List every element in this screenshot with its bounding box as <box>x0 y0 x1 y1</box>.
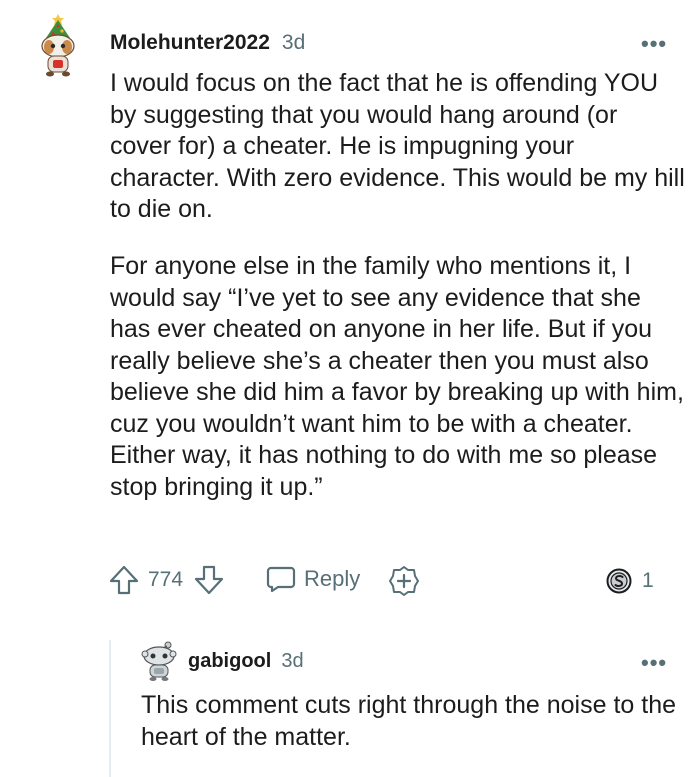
add-award-icon[interactable] <box>388 565 420 597</box>
comment-timestamp[interactable]: 3d <box>282 31 305 55</box>
reply-author[interactable]: gabigool <box>188 650 271 673</box>
more-options-icon[interactable]: ••• <box>641 33 667 55</box>
downvote-icon[interactable] <box>193 564 225 596</box>
comment-author[interactable]: Molehunter2022 <box>110 31 270 55</box>
vote-score: 774 <box>148 568 184 591</box>
speech-bubble-icon <box>266 566 296 593</box>
reply-label: Reply <box>304 566 361 591</box>
more-options-icon[interactable]: ••• <box>641 652 667 674</box>
award-badge[interactable]: 1 <box>606 568 654 594</box>
reply-body: This comment cuts right through the nois… <box>141 691 676 751</box>
reply-header: gabigool 3d <box>188 650 304 673</box>
comment-actions: 774 Reply 1 <box>108 562 668 598</box>
user-avatar-icon[interactable] <box>38 14 80 78</box>
reply-button[interactable]: Reply <box>266 565 360 593</box>
award-coin-icon <box>606 568 632 594</box>
comment-paragraph: I would focus on the fact that he is off… <box>110 69 685 223</box>
comment-header: Molehunter2022 3d <box>110 31 305 55</box>
comment-paragraph: For anyone else in the family who mentio… <box>110 252 684 501</box>
reply-avatar-icon[interactable] <box>140 640 178 682</box>
reply-timestamp[interactable]: 3d <box>281 650 303 673</box>
upvote-icon[interactable] <box>108 564 140 596</box>
award-count: 1 <box>642 569 654 592</box>
thread-line[interactable] <box>109 640 111 777</box>
